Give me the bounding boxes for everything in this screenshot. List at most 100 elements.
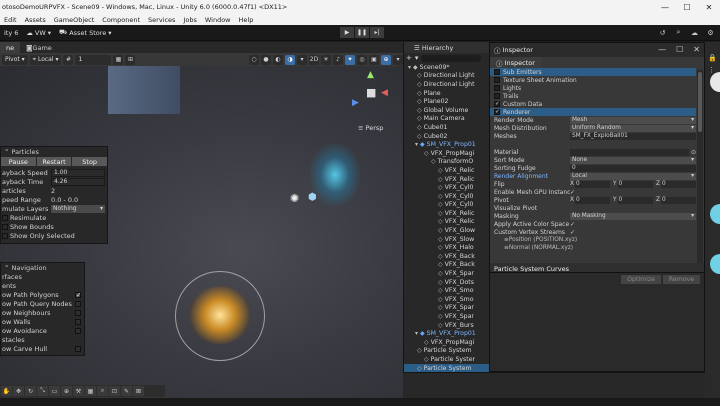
simulate-layers-dropdown[interactable]: Nothing ▾ <box>51 204 105 213</box>
grid-toggle-icon[interactable]: ▦ <box>113 54 124 65</box>
checkbox[interactable]: ✓ <box>75 291 81 298</box>
hierarchy-item[interactable]: ◇ Main Camera <box>404 115 497 124</box>
view-tool-icon[interactable]: ✋ <box>1 386 12 396</box>
hidden-objects-icon[interactable]: ◎ <box>357 54 367 65</box>
navigation-row[interactable]: ow Walls <box>1 317 84 326</box>
navigation-row[interactable]: ow Neighbours <box>1 308 84 317</box>
zoom-tool-icon[interactable]: ⊡ <box>109 386 120 396</box>
stop-button[interactable]: Stop <box>72 157 108 166</box>
hierarchy-item[interactable]: ◇ VFX_Spar <box>404 269 497 278</box>
hierarchy-item[interactable]: ◇ VFX_Spar <box>404 312 497 321</box>
axis-field[interactable]: 0 <box>574 196 610 204</box>
hierarchy-item[interactable]: ◇ Directional Light <box>404 72 497 81</box>
hierarchy-item[interactable]: ◇ VFX_Relic <box>404 175 497 184</box>
checkbox[interactable]: ✓ <box>570 221 575 228</box>
chevron-right-icon[interactable]: ▾ <box>415 141 418 148</box>
move-tool-icon[interactable]: ✥ <box>13 386 24 396</box>
particles-check-row[interactable]: Show Bounds <box>1 222 107 231</box>
play-icon[interactable]: ▶ <box>340 27 354 38</box>
picker-tool-icon[interactable]: ✎ <box>121 386 132 396</box>
inspector-tab[interactable]: ⓘ Inspector <box>490 57 541 68</box>
custom-tool-icon[interactable]: ⚒ <box>73 386 84 396</box>
hierarchy-item[interactable]: ◇ VFX_Halo <box>404 243 497 252</box>
hierarchy-item[interactable]: ◇ Cube02 <box>404 132 497 141</box>
scene-viewport[interactable]: ✺ ⬢ ▲ ◀ ▶ ■ ≡ Persp ⌃ Particles Pause Res… <box>0 66 403 398</box>
navigation-row[interactable]: ow Avoidance <box>1 326 84 335</box>
renderer-dropdown[interactable]: Mesh ▾ <box>570 116 696 124</box>
hierarchy-tab[interactable]: ☰ Hierarchy <box>404 42 497 53</box>
chevron-right-icon[interactable]: ▾ <box>415 330 418 337</box>
hierarchy-item[interactable]: ◇ VFX_Relic <box>404 209 497 218</box>
snap-increment-icon[interactable]: ⊞ <box>125 54 136 65</box>
menu-item-component[interactable]: Component <box>98 16 144 24</box>
checkbox[interactable] <box>75 318 81 325</box>
hierarchy-item[interactable]: ◇ Particle System <box>404 347 497 356</box>
pause-icon[interactable]: ❚❚ <box>355 27 369 38</box>
menu-item-gameobject[interactable]: GameObject <box>50 16 99 24</box>
scrollbar-thumb[interactable] <box>698 72 702 132</box>
inspector-scrollbar[interactable] <box>697 70 703 266</box>
hierarchy-item[interactable]: ◇ VFX_Smo <box>404 286 497 295</box>
module-check-row[interactable]: Lights <box>490 84 696 92</box>
shading-solid-icon[interactable]: ● <box>261 54 271 65</box>
checkbox[interactable]: ✓ <box>494 109 500 115</box>
hierarchy-item[interactable]: ◇ VFX_Spar <box>404 304 497 313</box>
tab-scene[interactable]: ne <box>0 42 21 53</box>
particles-check-row[interactable]: Resimulate <box>1 213 107 222</box>
rotate-tool-icon[interactable]: ↻ <box>25 386 36 396</box>
particles-field-value[interactable]: 4.26 <box>51 177 105 186</box>
object-cube-icon[interactable]: ⬢ <box>308 192 317 203</box>
vertex-stream-row[interactable]: ≡ Normal (NORMAL.xyz) <box>490 244 696 252</box>
add-icon[interactable]: + <box>406 54 412 62</box>
close-button[interactable]: ✕ <box>698 0 720 14</box>
shading-textured-icon[interactable]: ◑ <box>285 54 295 65</box>
account-dropdown[interactable]: ☁ VW ▾ <box>22 29 55 37</box>
menu-item-window[interactable]: Window <box>201 16 235 24</box>
search-tool-icon[interactable]: ⌕ <box>97 386 108 396</box>
search-icon[interactable]: ⌕ <box>673 27 684 38</box>
checkbox[interactable]: ✓ <box>494 101 500 107</box>
hierarchy-item[interactable]: ◇ VFX_Back <box>404 252 497 261</box>
hierarchy-item[interactable]: ◇ VFX_Smo <box>404 295 497 304</box>
tab-game[interactable]: ◙ Game <box>20 42 58 53</box>
close-icon[interactable]: ✕ <box>693 45 700 54</box>
gizmos-dropdown-icon[interactable]: ▾ <box>393 54 403 65</box>
minimize-button[interactable]: — <box>654 0 676 14</box>
menu-item-edit[interactable]: Edit <box>0 16 21 24</box>
rect-tool-icon[interactable]: ▭ <box>49 386 60 396</box>
checkbox[interactable] <box>75 309 81 316</box>
lighting-icon[interactable]: ☀ <box>321 54 331 65</box>
audio-icon[interactable]: ♪ <box>333 54 343 65</box>
hierarchy-item[interactable]: ▾ ◆ Scene09* <box>404 63 497 72</box>
hierarchy-item[interactable]: ▾ ◆ SM_VFX_Prop01 <box>404 329 497 338</box>
camera-persp-label[interactable]: ≡ Persp <box>358 124 383 132</box>
module-check-row[interactable]: ✓ Custom Data <box>490 100 696 108</box>
snap-value-field[interactable]: 1 <box>75 54 112 65</box>
hierarchy-item[interactable]: ◇ TransformO <box>404 158 497 167</box>
orientation-gizmo[interactable]: ▲ ◀ ▶ ■ <box>347 70 397 122</box>
grid-tool-icon[interactable]: ▦ <box>85 386 96 396</box>
shading-wire-icon[interactable]: ○ <box>249 54 259 65</box>
renderer-field[interactable]: 0 <box>570 164 696 172</box>
cloud-services-icon[interactable]: ☁ <box>689 27 700 38</box>
local-dropdown[interactable]: ⌖ Local ▾ <box>29 54 62 65</box>
particles-check-row[interactable]: Show Only Selected <box>1 231 107 240</box>
renderer-field[interactable] <box>570 148 689 156</box>
hierarchy-item[interactable]: ◇ VFX_Cyl0 <box>404 183 497 192</box>
menu-item-services[interactable]: Services <box>144 16 179 24</box>
hierarchy-item[interactable]: ◇ Plane <box>404 89 497 98</box>
checkbox[interactable] <box>2 214 8 221</box>
vfx-orb-gizmo[interactable] <box>175 271 265 361</box>
checkbox[interactable] <box>494 77 500 83</box>
effects-icon[interactable]: ✦ <box>345 54 355 65</box>
hierarchy-item[interactable]: ◇ VFX_Cyl0 <box>404 192 497 201</box>
maximize-button[interactable]: ☐ <box>676 0 698 14</box>
remove-button[interactable]: Remove <box>662 275 700 284</box>
renderer-field[interactable]: SM_FX_ExploBall01 <box>570 132 696 140</box>
hierarchy-item[interactable]: ◇ Particle Syster <box>404 355 497 364</box>
checkbox[interactable] <box>75 300 81 307</box>
checkbox[interactable] <box>75 327 81 334</box>
restart-button[interactable]: Restart <box>36 157 72 166</box>
renderer-dropdown[interactable]: No Masking ▾ <box>570 212 696 220</box>
step-icon[interactable]: ▸| <box>370 27 384 38</box>
